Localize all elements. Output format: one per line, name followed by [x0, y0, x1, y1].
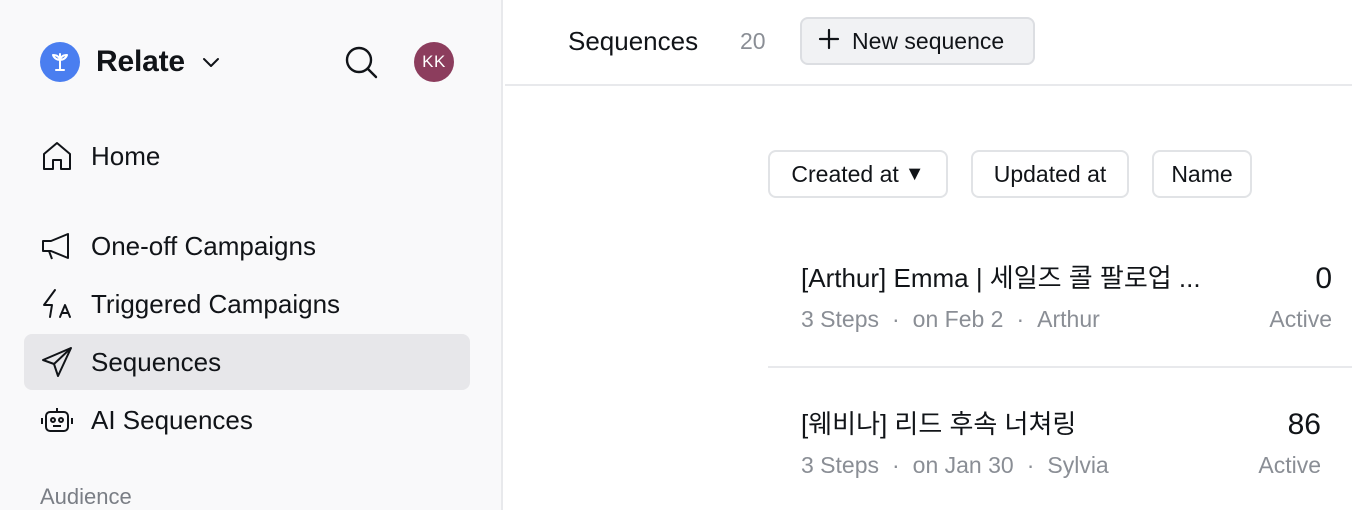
sequence-meta: 3 Steps · on Feb 2 · Arthur — [801, 306, 1100, 333]
meta-separator: · — [1026, 452, 1035, 478]
sequence-owner: Arthur — [1037, 306, 1100, 332]
workspace-switcher[interactable]: Relate — [40, 42, 225, 82]
sort-updated-at-button[interactable]: Updated at — [971, 150, 1129, 198]
sequence-title: [웨비나] 리드 후속 너쳐링 — [801, 409, 1077, 439]
sidebar: Relate KK Home One-off Campaigns Trigger… — [0, 0, 503, 510]
active-count: 0 — [1315, 262, 1332, 295]
section-label-audience: Audience — [40, 484, 132, 509]
sidebar-item-home[interactable]: Home — [24, 128, 470, 184]
meta-separator: · — [892, 452, 900, 478]
relate-logo-icon — [40, 42, 80, 82]
search-icon[interactable] — [343, 44, 379, 80]
new-sequence-button[interactable]: New sequence — [800, 17, 1035, 65]
sort-desc-icon: ▼ — [904, 162, 925, 185]
bolt-icon — [40, 286, 76, 322]
workspace-name: Relate — [96, 45, 185, 78]
sort-created-label: Created at — [791, 160, 899, 187]
sequence-row[interactable]: [Arthur] Emma | 세일즈 콜 팔로업 ... 3 Steps · on… — [768, 222, 1352, 368]
page-header: Sequences 20 New sequence — [505, 0, 1352, 86]
sidebar-item-label: AI Sequences — [91, 404, 253, 435]
meta-separator: · — [892, 306, 900, 332]
plus-icon — [818, 28, 840, 55]
sequence-meta: 3 Steps · on Jan 30 · Sylvia — [801, 452, 1109, 479]
sidebar-item-label: Triggered Campaigns — [91, 288, 341, 319]
sequence-title: [Arthur] Emma | 세일즈 콜 팔로업 ... — [801, 263, 1201, 293]
sequence-count: 20 — [740, 28, 766, 54]
robot-icon — [40, 402, 76, 438]
new-sequence-label: New sequence — [852, 27, 1005, 54]
paper-plane-icon — [40, 344, 76, 380]
sidebar-item-one-off-campaigns[interactable]: One-off Campaigns — [24, 218, 470, 274]
sidebar-item-ai-sequences[interactable]: AI Sequences — [24, 392, 470, 448]
sort-name-button[interactable]: Name — [1152, 150, 1252, 198]
avatar[interactable]: KK — [414, 42, 454, 82]
meta-separator: · — [1016, 306, 1025, 332]
sequence-steps: 3 Steps — [801, 306, 879, 332]
sidebar-item-label: One-off Campaigns — [91, 230, 316, 261]
sidebar-item-sequences[interactable]: Sequences — [24, 334, 470, 390]
status-label: Active — [1269, 306, 1332, 332]
sidebar-item-label: Home — [91, 140, 161, 171]
chevron-down-icon — [199, 49, 225, 75]
sidebar-item-triggered-campaigns[interactable]: Triggered Campaigns — [24, 276, 470, 332]
sequence-row[interactable]: [웨비나] 리드 후속 너쳐링 3 Steps · on Jan 30 · Sylvia… — [768, 368, 1352, 510]
status-label: Active — [1258, 452, 1321, 478]
sequence-date: on Feb 2 — [912, 306, 1004, 332]
sort-created-at-button[interactable]: Created at ▼ — [768, 150, 948, 198]
page-title: Sequences — [568, 26, 699, 56]
sequence-owner: Sylvia — [1047, 452, 1109, 478]
sidebar-item-label: Sequences — [91, 346, 222, 377]
sequence-date: on Jan 30 — [912, 452, 1014, 478]
sort-updated-label: Updated at — [993, 160, 1107, 187]
sequence-steps: 3 Steps — [801, 452, 879, 478]
sort-name-label: Name — [1171, 160, 1233, 187]
active-count: 86 — [1287, 408, 1321, 441]
megaphone-icon — [40, 228, 76, 264]
home-icon — [40, 138, 76, 174]
